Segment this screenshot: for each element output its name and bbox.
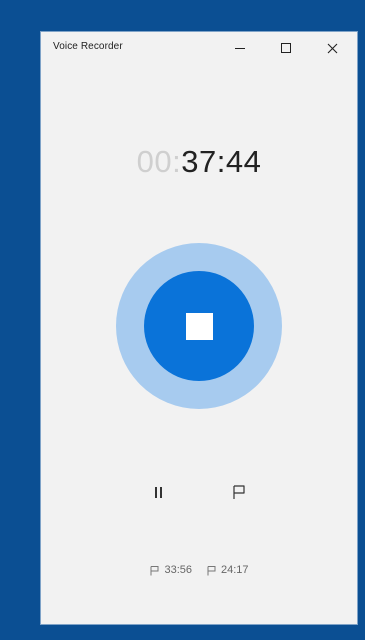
record-pulse-ring: [116, 243, 282, 409]
markers-list: 33:56 24:17: [41, 564, 357, 576]
marker-item[interactable]: 33:56: [149, 564, 192, 576]
marker-time: 24:17: [221, 564, 249, 576]
add-marker-button[interactable]: [223, 478, 255, 506]
window-title: Voice Recorder: [53, 41, 123, 52]
recording-timer: 00:37:44: [41, 144, 357, 180]
voice-recorder-window: Voice Recorder 00:37:44 33:56 24:17: [40, 31, 358, 625]
timer-separator: :: [172, 144, 182, 179]
flag-icon: [207, 565, 216, 575]
title-bar[interactable]: Voice Recorder: [41, 32, 357, 64]
desktop-background: Voice Recorder 00:37:44 33:56 24:17: [0, 0, 365, 640]
flag-icon: [150, 565, 159, 575]
timer-minutes-seconds: 37:44: [181, 144, 262, 179]
close-icon: [327, 43, 337, 53]
minimize-icon: [235, 47, 245, 49]
marker-time: 33:56: [164, 564, 192, 576]
minimize-button[interactable]: [217, 32, 263, 64]
flag-icon: [233, 485, 245, 499]
maximize-button[interactable]: [263, 32, 309, 64]
maximize-icon: [281, 43, 291, 53]
pause-icon: [154, 486, 162, 498]
stop-recording-button[interactable]: [144, 271, 254, 381]
stop-icon: [185, 312, 213, 340]
marker-item[interactable]: 24:17: [206, 564, 249, 576]
pause-button[interactable]: [142, 478, 174, 506]
close-button[interactable]: [309, 32, 355, 64]
timer-hours: 00: [136, 144, 173, 179]
